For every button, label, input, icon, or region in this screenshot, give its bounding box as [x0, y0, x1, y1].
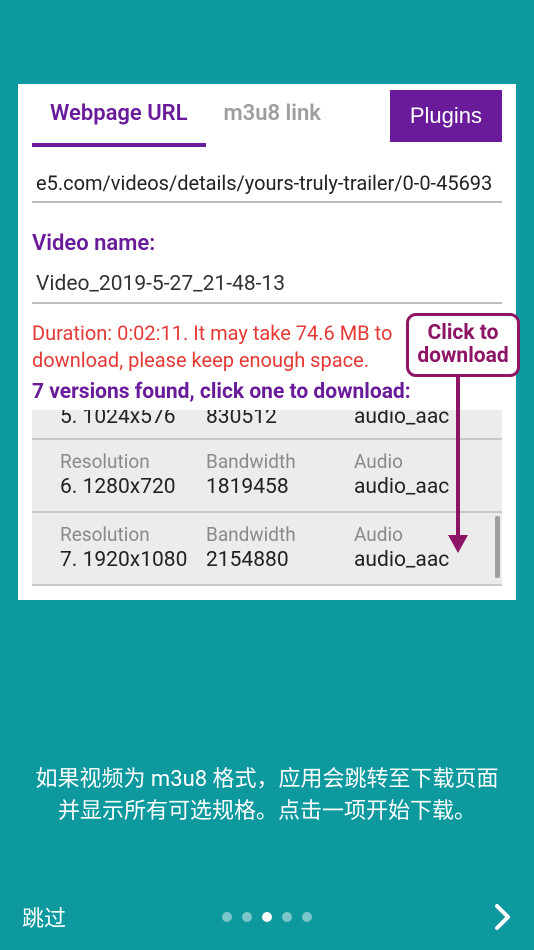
- cell-audio: audio_aac: [354, 410, 502, 429]
- col-header-bandwidth: Bandwidth: [206, 450, 354, 473]
- col-header-resolution: Resolution: [60, 450, 206, 473]
- tab-m3u8-link-label: m3u8 link: [224, 101, 321, 126]
- tab-m3u8-link[interactable]: m3u8 link: [206, 84, 339, 147]
- cell-audio: audio_aac: [354, 475, 502, 499]
- skip-button[interactable]: 跳过: [22, 901, 66, 933]
- cell-resolution: 5. 1024x576: [60, 410, 206, 429]
- cell-resolution: 6. 1280x720: [60, 475, 206, 499]
- cell-bandwidth: 830512: [206, 410, 354, 429]
- click-to-download-callout: Click to download: [406, 313, 520, 377]
- duration-message: Duration: 0:02:11. It may take 74.6 MB t…: [32, 320, 402, 374]
- versions-found-message: 7 versions found, click one to download:: [32, 380, 502, 404]
- chevron-right-icon: [494, 903, 512, 931]
- col-header-bandwidth: Bandwidth: [206, 523, 354, 546]
- cell-resolution: 7. 1920x1080: [60, 548, 206, 572]
- page-dot: [302, 912, 312, 922]
- callout-line1: Click to: [428, 321, 499, 345]
- version-row[interactable]: Resolution6. 1280x720 Bandwidth1819458 A…: [32, 440, 502, 513]
- col-header-resolution: Resolution: [60, 523, 206, 546]
- scroll-indicator[interactable]: [495, 516, 500, 578]
- version-row[interactable]: Resolution7. 1920x1080 Bandwidth2154880 …: [32, 513, 502, 586]
- version-row-partial[interactable]: Resolution5. 1024x576 Bandwidth830512 Au…: [32, 410, 502, 440]
- callout-line2: download: [417, 344, 508, 368]
- content-card: Webpage URL m3u8 link Plugins e5.com/vid…: [18, 84, 516, 600]
- tab-webpage-url[interactable]: Webpage URL: [32, 84, 206, 147]
- col-header-audio: Audio: [354, 450, 502, 473]
- onboarding-description: 如果视频为 m3u8 格式，应用会跳转至下载页面并显示所有可选规格。点击一项开始…: [32, 764, 502, 828]
- next-button[interactable]: [494, 903, 512, 931]
- cell-audio: audio_aac: [354, 548, 502, 572]
- plugins-button[interactable]: Plugins: [390, 90, 502, 142]
- tab-webpage-url-label: Webpage URL: [50, 101, 188, 126]
- page-dot-active: [262, 912, 272, 922]
- page-indicator: [222, 912, 312, 922]
- page-dot: [222, 912, 232, 922]
- onboarding-footer: 跳过: [0, 884, 534, 950]
- callout-arrow-icon: [446, 377, 470, 555]
- url-input[interactable]: e5.com/videos/details/yours-truly-traile…: [32, 165, 502, 203]
- page-dot: [282, 912, 292, 922]
- page-dot: [242, 912, 252, 922]
- cell-bandwidth: 1819458: [206, 475, 354, 499]
- tab-bar: Webpage URL m3u8 link Plugins: [18, 84, 516, 147]
- versions-list: Resolution 5. 1024x576 Bandwidth 830512 Au…: [32, 410, 502, 586]
- col-header-audio: Audio: [354, 523, 502, 546]
- video-name-input[interactable]: Video_2019-5-27_21-48-13: [32, 266, 502, 304]
- cell-bandwidth: 2154880: [206, 548, 354, 572]
- video-name-label: Video name:: [32, 231, 502, 256]
